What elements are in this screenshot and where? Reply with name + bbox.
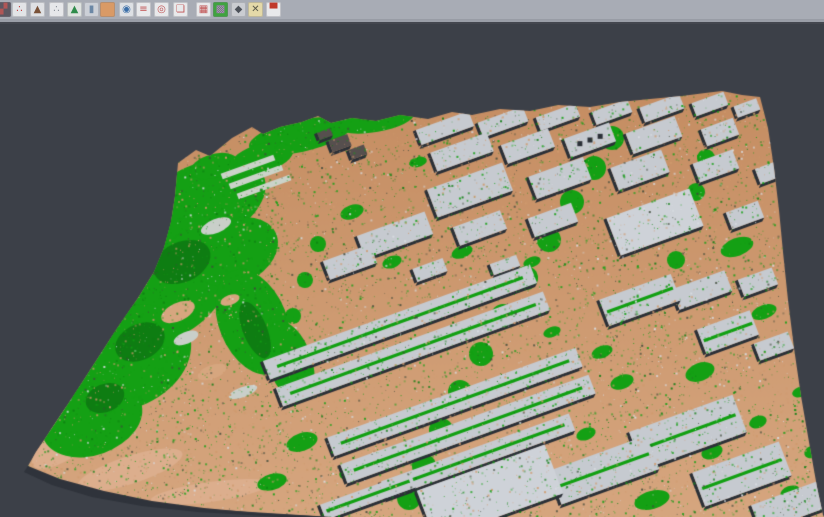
red-list-icon[interactable]: ≡	[136, 2, 151, 17]
globe-icon[interactable]: ◉	[119, 2, 134, 17]
point-cloud-scene-canvas[interactable]	[0, 24, 824, 517]
orange-swatch-icon[interactable]: ■	[100, 2, 115, 17]
green-terrain-icon[interactable]: ▲	[67, 2, 82, 17]
red-grid-icon[interactable]: ▦	[196, 2, 211, 17]
sparse-points-icon[interactable]: ∴	[49, 2, 64, 17]
application-window: { "window": { "toolbar_bg": "#a8acb5", "…	[0, 0, 824, 517]
red-cap-icon[interactable]: ▀	[266, 2, 281, 17]
ruler-icon[interactable]: ▮	[84, 2, 99, 17]
yellow-cross-icon[interactable]: ✕	[248, 2, 263, 17]
target-icon[interactable]: ◎	[154, 2, 169, 17]
profile-icon[interactable]: ▞	[0, 2, 11, 17]
main-toolbar: ▞∴▲∴▲▮■◉≡◎❏▦▩◆✕▀	[0, 0, 824, 20]
point-cloud-icon[interactable]: ∴	[12, 2, 27, 17]
classification-icon[interactable]: ▩	[213, 2, 228, 17]
viewport-3d[interactable]	[0, 24, 824, 517]
select-region-icon[interactable]: ❏	[173, 2, 188, 17]
dark-cube-icon[interactable]: ◆	[231, 2, 246, 17]
terrain-model-icon[interactable]: ▲	[30, 2, 45, 17]
